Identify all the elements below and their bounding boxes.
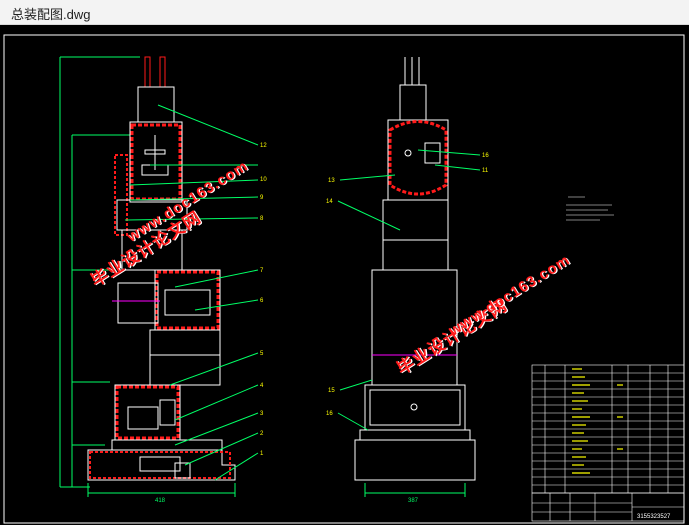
balloon-10: 10 [260, 177, 267, 183]
dim-bottom-right: 387 [408, 498, 419, 504]
technical-notes [566, 196, 614, 221]
document-title: 总装配图.dwg [11, 7, 91, 22]
left-view-front [59, 56, 236, 497]
cad-viewport[interactable]: 12 10 9 8 7 6 5 4 3 2 1 418 16 11 13 14 … [0, 25, 689, 525]
right-view-side [354, 57, 476, 497]
balloon-7: 7 [260, 268, 264, 274]
parts-list [531, 364, 685, 494]
balloon-3: 3 [260, 411, 264, 417]
balloon-11: 11 [482, 168, 489, 174]
balloon-4: 4 [260, 383, 264, 389]
balloon-5: 5 [260, 351, 264, 357]
drawing-number: 3155323527 [637, 514, 671, 520]
balloon-2: 2 [260, 431, 264, 437]
title-bar: 总装配图.dwg [0, 0, 689, 25]
balloon-15: 15 [328, 388, 335, 394]
balloon-13: 13 [328, 178, 335, 184]
balloon-6: 6 [260, 298, 264, 304]
balloon-8: 8 [260, 216, 264, 222]
balloon-1: 1 [260, 451, 264, 457]
balloon-12: 12 [260, 143, 267, 149]
balloon-16-top: 16 [482, 153, 489, 159]
dim-bottom-left: 418 [155, 498, 166, 504]
balloon-14: 14 [326, 199, 333, 205]
balloon-9: 9 [260, 195, 264, 201]
balloon-16-bottom: 16 [326, 411, 333, 417]
